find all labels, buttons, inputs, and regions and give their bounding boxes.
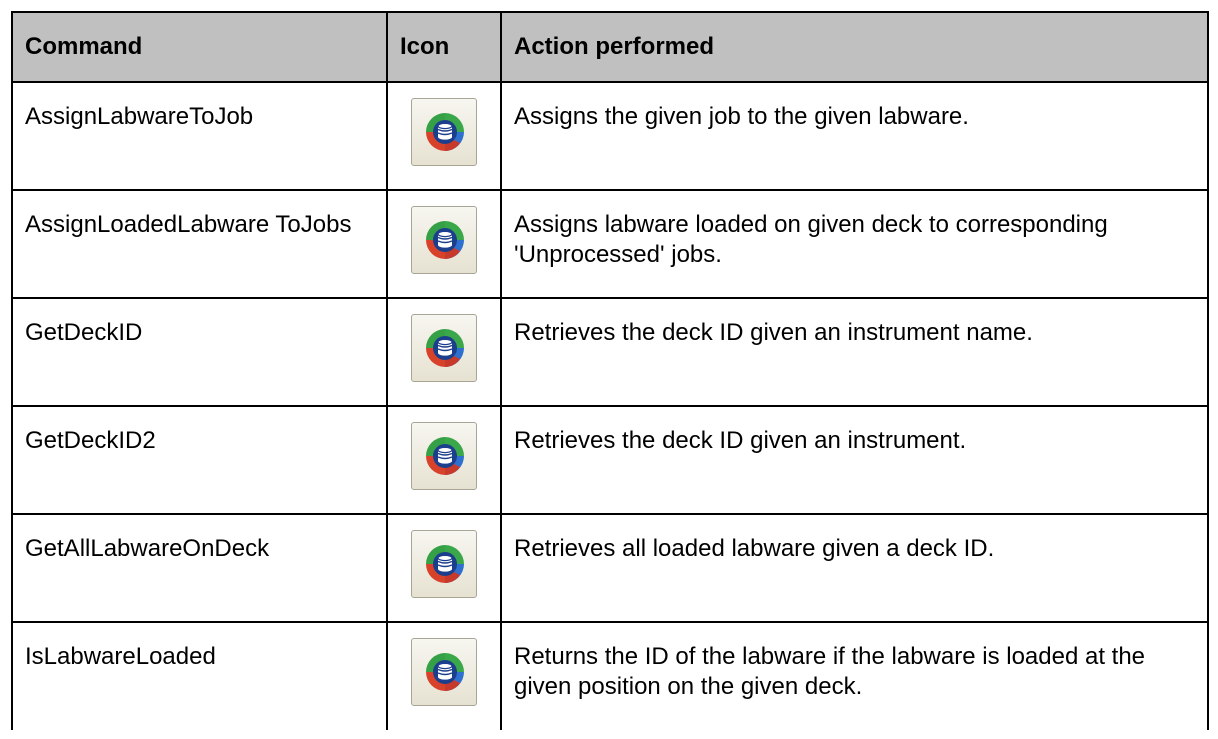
commands-table: Command Icon Action performed AssignLabw… [11, 11, 1209, 730]
header-row: Command Icon Action performed [11, 11, 1209, 83]
command-cell: IsLabwareLoaded [11, 621, 388, 730]
table-row: IsLabwareLoaded Returns the ID of the la… [11, 621, 1209, 730]
database-sync-icon [426, 113, 464, 151]
icon-cell [386, 189, 502, 299]
database-sync-icon [426, 653, 464, 691]
command-cell: AssignLabwareToJob [11, 81, 388, 191]
header-command: Command [11, 11, 388, 83]
table-row: GetDeckID2 Retrieves the deck ID given a… [11, 405, 1209, 515]
command-cell: GetAllLabwareOnDeck [11, 513, 388, 623]
database-sync-icon [426, 221, 464, 259]
icon-cell [386, 621, 502, 730]
database-sync-button[interactable] [411, 530, 477, 598]
action-cell: Retrieves the deck ID given an instrumen… [500, 297, 1209, 407]
action-cell: Retrieves the deck ID given an instrumen… [500, 405, 1209, 515]
database-sync-icon [426, 545, 464, 583]
command-cell: AssignLoadedLabware ToJobs [11, 189, 388, 299]
action-cell: Returns the ID of the labware if the lab… [500, 621, 1209, 730]
table-row: AssignLoadedLabware ToJobs Assigns labwa… [11, 189, 1209, 299]
icon-cell [386, 405, 502, 515]
database-sync-button[interactable] [411, 314, 477, 382]
header-icon: Icon [386, 11, 502, 83]
database-sync-button[interactable] [411, 422, 477, 490]
table-row: AssignLabwareToJob Assigns the given job… [11, 81, 1209, 191]
database-sync-button[interactable] [411, 98, 477, 166]
database-sync-icon [426, 437, 464, 475]
action-cell: Assigns labware loaded on given deck to … [500, 189, 1209, 299]
icon-cell [386, 297, 502, 407]
database-sync-button[interactable] [411, 638, 477, 706]
command-cell: GetDeckID2 [11, 405, 388, 515]
database-sync-button[interactable] [411, 206, 477, 274]
action-cell: Assigns the given job to the given labwa… [500, 81, 1209, 191]
icon-cell [386, 513, 502, 623]
command-cell: GetDeckID [11, 297, 388, 407]
action-cell: Retrieves all loaded labware given a dec… [500, 513, 1209, 623]
table-row: GetAllLabwareOnDeck Retrieves all loaded… [11, 513, 1209, 623]
table-row: GetDeckID Retrieves the deck ID given an… [11, 297, 1209, 407]
icon-cell [386, 81, 502, 191]
header-action: Action performed [500, 11, 1209, 83]
database-sync-icon [426, 329, 464, 367]
